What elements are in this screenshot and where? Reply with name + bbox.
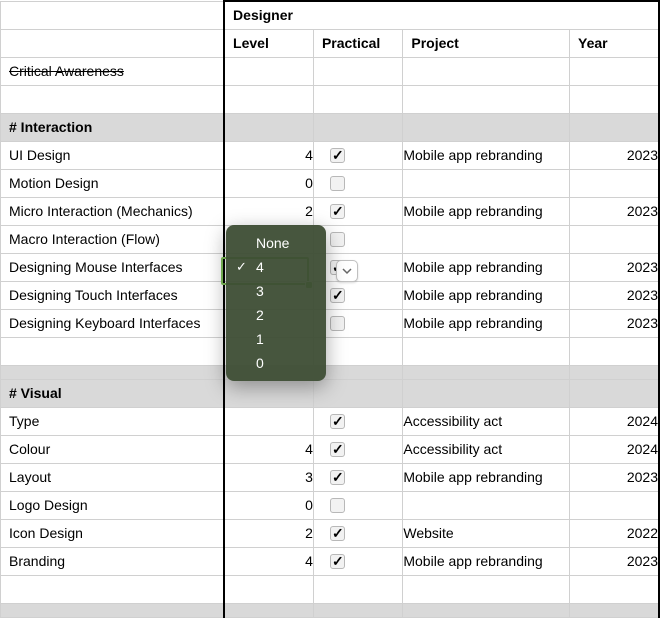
project-cell[interactable]: Mobile app rebranding bbox=[403, 547, 570, 575]
level-cell[interactable]: 2 bbox=[224, 197, 313, 225]
practical-cell[interactable] bbox=[313, 281, 402, 309]
level-option[interactable]: 3 bbox=[226, 279, 326, 303]
project-cell[interactable]: Website bbox=[403, 519, 570, 547]
checkbox-checked-icon[interactable] bbox=[330, 442, 345, 457]
year-cell[interactable]: 2023 bbox=[570, 463, 660, 491]
skill-name: Designing Touch Interfaces bbox=[1, 281, 225, 309]
level-cell[interactable] bbox=[224, 407, 313, 435]
practical-cell[interactable] bbox=[313, 197, 402, 225]
project-cell[interactable] bbox=[403, 57, 570, 85]
checkbox-checked-icon[interactable] bbox=[330, 526, 345, 541]
practical-cell[interactable] bbox=[313, 519, 402, 547]
header-practical: Practical bbox=[313, 29, 402, 57]
skill-name: Designing Mouse Interfaces bbox=[1, 253, 225, 281]
header-year: Year bbox=[570, 29, 660, 57]
project-cell[interactable]: Accessibility act bbox=[403, 435, 570, 463]
year-cell[interactable] bbox=[570, 225, 660, 253]
practical-cell[interactable] bbox=[313, 547, 402, 575]
header-designer: Designer bbox=[224, 1, 659, 29]
year-cell[interactable]: 2023 bbox=[570, 141, 660, 169]
skill-name: Critical Awareness bbox=[1, 57, 225, 85]
project-cell[interactable]: Mobile app rebranding bbox=[403, 197, 570, 225]
skill-name: Motion Design bbox=[1, 169, 225, 197]
project-cell[interactable]: Mobile app rebranding bbox=[403, 309, 570, 337]
project-cell[interactable]: Mobile app rebranding bbox=[403, 141, 570, 169]
practical-cell[interactable] bbox=[313, 435, 402, 463]
practical-cell[interactable] bbox=[313, 169, 402, 197]
skill-name: Colour bbox=[1, 435, 225, 463]
project-cell[interactable] bbox=[403, 225, 570, 253]
skill-name: UI Design bbox=[1, 141, 225, 169]
header-skill-blank bbox=[1, 1, 225, 29]
level-cell[interactable]: 4 bbox=[224, 141, 313, 169]
year-cell[interactable]: 2023 bbox=[570, 547, 660, 575]
checkbox-icon[interactable] bbox=[330, 232, 345, 247]
skill-name: Micro Interaction (Mechanics) bbox=[1, 197, 225, 225]
checkbox-icon[interactable] bbox=[330, 316, 345, 331]
section-heading: # Interaction bbox=[1, 113, 225, 141]
section-heading: # Visual bbox=[1, 379, 225, 407]
year-cell[interactable]: 2023 bbox=[570, 197, 660, 225]
skill-name: Branding bbox=[1, 547, 225, 575]
year-cell[interactable] bbox=[570, 169, 660, 197]
checkbox-icon[interactable] bbox=[330, 498, 345, 513]
check-icon: ✓ bbox=[236, 259, 247, 275]
level-option[interactable]: 0 bbox=[226, 351, 326, 375]
header-level: Level bbox=[224, 29, 313, 57]
year-cell[interactable] bbox=[570, 491, 660, 519]
project-cell[interactable] bbox=[403, 491, 570, 519]
skill-name: Macro Interaction (Flow) bbox=[1, 225, 225, 253]
checkbox-checked-icon[interactable] bbox=[330, 470, 345, 485]
checkbox-icon[interactable] bbox=[330, 176, 345, 191]
project-cell[interactable]: Mobile app rebranding bbox=[403, 281, 570, 309]
level-option[interactable]: 1 bbox=[226, 327, 326, 351]
level-cell[interactable]: 3 bbox=[224, 463, 313, 491]
skill-name: Logo Design bbox=[1, 491, 225, 519]
level-cell[interactable]: 0 bbox=[224, 169, 313, 197]
practical-cell[interactable] bbox=[313, 463, 402, 491]
year-cell[interactable]: 2023 bbox=[570, 281, 660, 309]
year-cell[interactable]: 2023 bbox=[570, 309, 660, 337]
practical-cell[interactable] bbox=[313, 253, 402, 281]
project-cell[interactable] bbox=[403, 169, 570, 197]
chevron-down-icon bbox=[342, 266, 352, 276]
level-cell[interactable]: 2 bbox=[224, 519, 313, 547]
project-cell[interactable]: Mobile app rebranding bbox=[403, 253, 570, 281]
year-cell[interactable]: 2023 bbox=[570, 253, 660, 281]
level-dropdown-toggle[interactable] bbox=[336, 260, 358, 282]
practical-cell[interactable] bbox=[313, 309, 402, 337]
level-cell[interactable]: 4 bbox=[224, 435, 313, 463]
practical-cell[interactable] bbox=[313, 491, 402, 519]
year-cell[interactable]: 2022 bbox=[570, 519, 660, 547]
level-option[interactable]: ✓4 bbox=[226, 255, 326, 279]
year-cell[interactable]: 2024 bbox=[570, 435, 660, 463]
practical-cell[interactable] bbox=[313, 141, 402, 169]
checkbox-checked-icon[interactable] bbox=[330, 204, 345, 219]
year-cell[interactable]: 2024 bbox=[570, 407, 660, 435]
header-project: Project bbox=[403, 29, 570, 57]
skill-name: Icon Design bbox=[1, 519, 225, 547]
checkbox-checked-icon[interactable] bbox=[330, 288, 345, 303]
level-dropdown-menu[interactable]: None✓43210 bbox=[226, 225, 326, 381]
checkbox-checked-icon[interactable] bbox=[330, 554, 345, 569]
header-skill-blank2 bbox=[1, 29, 225, 57]
project-cell[interactable]: Accessibility act bbox=[403, 407, 570, 435]
level-cell[interactable]: 4 bbox=[224, 547, 313, 575]
practical-cell[interactable] bbox=[313, 225, 402, 253]
skills-matrix-table: DesignerLevelPracticalProjectYear Critica… bbox=[0, 0, 660, 618]
skill-name: Designing Keyboard Interfaces bbox=[1, 309, 225, 337]
skill-name: Layout bbox=[1, 463, 225, 491]
checkbox-checked-icon[interactable] bbox=[330, 414, 345, 429]
level-option[interactable]: 2 bbox=[226, 303, 326, 327]
practical-cell[interactable] bbox=[313, 407, 402, 435]
level-cell[interactable] bbox=[224, 57, 313, 85]
checkbox-checked-icon[interactable] bbox=[330, 148, 345, 163]
practical-cell[interactable] bbox=[313, 57, 402, 85]
skill-name: Type bbox=[1, 407, 225, 435]
project-cell[interactable]: Mobile app rebranding bbox=[403, 463, 570, 491]
level-option[interactable]: None bbox=[226, 231, 326, 255]
year-cell[interactable] bbox=[570, 57, 660, 85]
level-cell[interactable]: 0 bbox=[224, 491, 313, 519]
